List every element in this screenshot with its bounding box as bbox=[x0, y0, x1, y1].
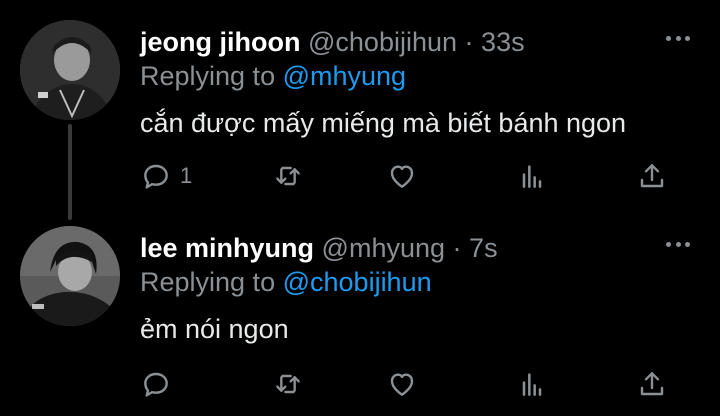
timestamp[interactable]: 33s bbox=[481, 27, 525, 57]
replying-prefix: Replying to bbox=[140, 61, 276, 91]
share-button[interactable] bbox=[636, 364, 668, 404]
stats-icon bbox=[522, 165, 542, 188]
handle[interactable]: @chobijihun bbox=[308, 27, 457, 57]
tweet-text: cắn được mấy miếng mà biết bánh ngon bbox=[140, 108, 627, 138]
more-icon[interactable] bbox=[666, 32, 690, 44]
avatar[interactable] bbox=[20, 20, 120, 120]
reply-icon bbox=[144, 164, 168, 189]
replying-prefix: Replying to bbox=[140, 267, 276, 297]
reply-icon bbox=[144, 372, 168, 397]
retweet-button[interactable] bbox=[272, 364, 304, 404]
retweet-icon bbox=[276, 374, 300, 394]
tweet-actions: 1 bbox=[140, 156, 680, 196]
handle[interactable]: @mhyung bbox=[322, 233, 445, 263]
reply-button[interactable] bbox=[140, 364, 180, 404]
share-icon bbox=[640, 372, 664, 396]
avatar[interactable] bbox=[20, 226, 120, 326]
tweet[interactable]: lee minhyung @mhyung · 7s Replying to @c… bbox=[0, 206, 720, 416]
retweet-icon bbox=[276, 166, 300, 186]
timestamp[interactable]: 7s bbox=[469, 233, 498, 263]
separator: · bbox=[464, 27, 474, 57]
tweet[interactable]: jeong jihoon @chobijihun · 33s Replying … bbox=[0, 0, 720, 220]
stats-button[interactable] bbox=[516, 364, 548, 404]
more-icon[interactable] bbox=[666, 238, 690, 250]
separator: · bbox=[452, 233, 462, 263]
reply-button[interactable]: 1 bbox=[140, 156, 192, 196]
stats-button[interactable] bbox=[516, 156, 548, 196]
share-icon bbox=[640, 164, 664, 188]
tweet-header: jeong jihoon @chobijihun · 33s bbox=[140, 26, 640, 58]
like-icon bbox=[390, 373, 414, 396]
retweet-button[interactable] bbox=[272, 156, 304, 196]
like-icon bbox=[390, 165, 414, 188]
tweet-header: lee minhyung @mhyung · 7s bbox=[140, 232, 640, 264]
like-button[interactable] bbox=[386, 364, 418, 404]
tweet-actions bbox=[140, 364, 680, 404]
mention-link[interactable]: @chobijihun bbox=[283, 267, 432, 297]
replying-to: Replying to @mhyung bbox=[140, 60, 406, 92]
reply-count: 1 bbox=[180, 163, 193, 188]
tweet-text: ẻm nói ngon bbox=[140, 314, 289, 344]
replying-to: Replying to @chobijihun bbox=[140, 266, 432, 298]
stats-icon bbox=[522, 373, 542, 396]
display-name[interactable]: lee minhyung bbox=[140, 233, 314, 263]
mention-link[interactable]: @mhyung bbox=[283, 61, 406, 91]
like-button[interactable] bbox=[386, 156, 418, 196]
share-button[interactable] bbox=[636, 156, 668, 196]
display-name[interactable]: jeong jihoon bbox=[140, 27, 300, 57]
